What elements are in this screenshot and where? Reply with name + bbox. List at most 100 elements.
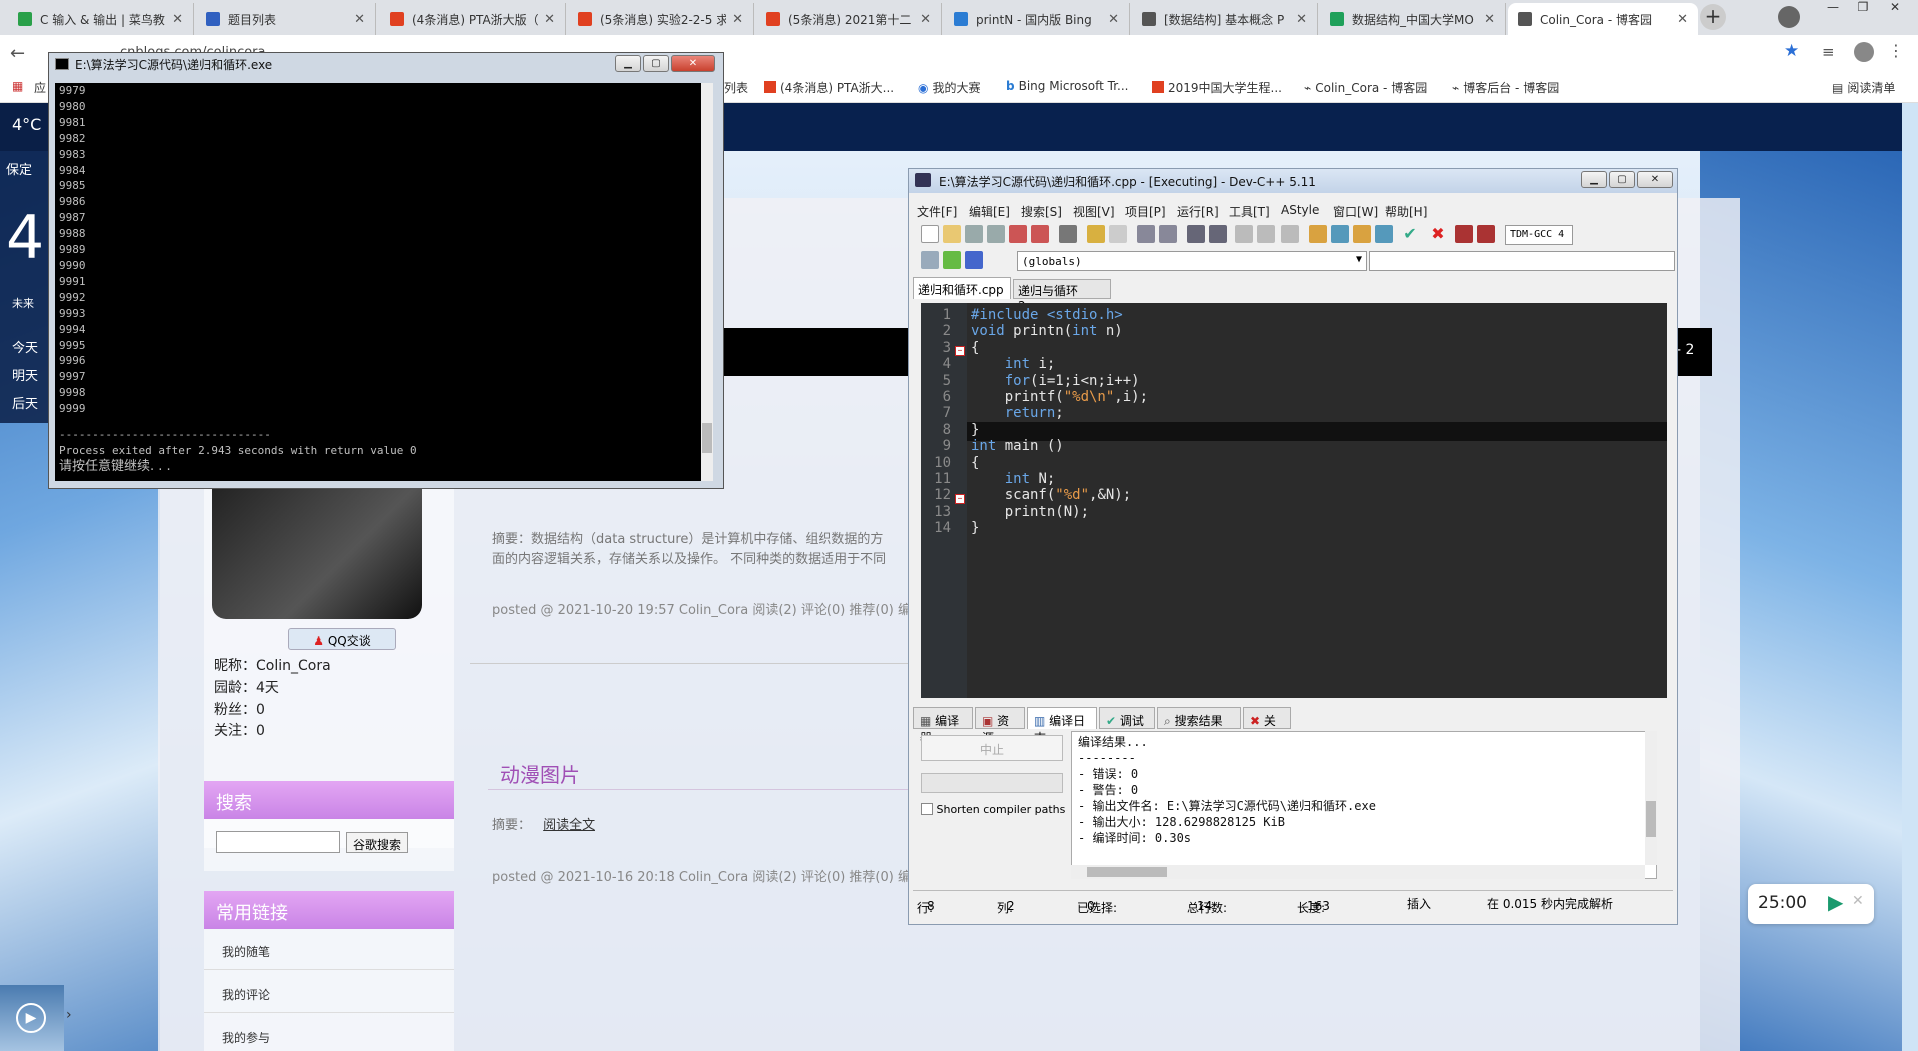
fold-marker-icon[interactable]: – — [955, 346, 965, 356]
bookmark-icon[interactable] — [1209, 225, 1227, 243]
qq-chat-button[interactable]: ♟ QQ交谈 — [288, 628, 396, 650]
minimize-icon[interactable]: — — [1818, 0, 1848, 20]
scrollbar-thumb[interactable] — [702, 423, 712, 453]
close-tab-icon[interactable]: ✕ — [1296, 12, 1307, 27]
log-hscrollbar[interactable] — [1071, 865, 1645, 879]
more-menu-icon[interactable]: ⋮ — [1888, 41, 1904, 60]
close-all-icon[interactable] — [1031, 225, 1049, 243]
tab-close[interactable]: ✖ 关闭 — [1243, 707, 1291, 745]
replace-icon[interactable] — [1159, 225, 1177, 243]
prev-icon[interactable] — [1235, 225, 1253, 243]
restore-icon[interactable]: ❐ — [1848, 0, 1878, 20]
play-icon[interactable]: ▶ — [1828, 890, 1843, 914]
browser-tab[interactable]: (5条消息) 2021第十二 ✕ — [756, 3, 942, 35]
link-my-posts[interactable]: 我的随笔 — [222, 943, 270, 960]
bookmark-item[interactable]: 应 — [34, 79, 46, 96]
compile-icon[interactable] — [1309, 225, 1327, 243]
bookmark-item[interactable]: 列表 — [724, 79, 748, 96]
menu-window[interactable]: 窗口[W] — [1333, 203, 1378, 220]
menu-astyle[interactable]: AStyle — [1281, 203, 1319, 217]
tab-compiler[interactable]: ▦ 编译器 — [913, 707, 973, 745]
video-thumbnail[interactable]: ▶ — [0, 985, 64, 1051]
read-more-link[interactable]: 阅读全文 — [543, 818, 595, 833]
undo-icon[interactable] — [1087, 225, 1105, 243]
insert-icon[interactable] — [921, 251, 939, 269]
menu-run[interactable]: 运行[R] — [1177, 203, 1219, 220]
back-icon[interactable]: ← — [10, 43, 25, 64]
abort-button[interactable]: 中止 — [921, 735, 1063, 761]
pager-label[interactable]: - 2 — [1676, 328, 1712, 376]
profile-menu-icon[interactable] — [1778, 6, 1800, 28]
close-tab-icon[interactable]: ✕ — [1484, 12, 1495, 27]
compiler-select[interactable]: TDM-GCC 4 — [1505, 225, 1573, 245]
goto-line-icon[interactable] — [1187, 225, 1205, 243]
menu-help[interactable]: 帮助[H] — [1385, 203, 1427, 220]
menu-view[interactable]: 视图[V] — [1073, 203, 1115, 220]
play-icon[interactable]: ▶ — [16, 1003, 46, 1033]
console-close-button[interactable]: ✕ — [671, 55, 715, 72]
close-tab-icon[interactable]: ✕ — [172, 12, 183, 27]
browser-tab[interactable]: 数据结构_中国大学MO ✕ — [1320, 3, 1506, 35]
close-file-icon[interactable] — [1009, 225, 1027, 243]
function-select[interactable] — [1369, 251, 1675, 271]
log-scrollbar[interactable] — [1645, 731, 1657, 865]
bookmark-item[interactable]: b Bing Microsoft Tr... — [1006, 79, 1128, 93]
bookmark-item[interactable]: ◉ 我的大赛 — [918, 79, 981, 96]
console-minimize-button[interactable]: ▁ — [615, 55, 641, 72]
post-title[interactable]: 动漫图片 — [500, 759, 580, 788]
browser-tab[interactable]: (4条消息) PTA浙大版（ ✕ — [380, 3, 566, 35]
run-icon[interactable] — [1331, 225, 1349, 243]
scrollbar-thumb[interactable] — [1646, 801, 1656, 837]
devcpp-minimize-button[interactable]: ▁ — [1581, 171, 1607, 188]
save-all-icon[interactable] — [987, 225, 1005, 243]
scope-select[interactable]: (globals) ▼ — [1017, 251, 1367, 271]
chevron-right-icon[interactable]: › — [66, 1007, 72, 1023]
console-maximize-button[interactable]: ▢ — [643, 55, 669, 72]
post-meta[interactable]: posted @ 2021-10-16 20:18 Colin_Cora 阅读(… — [492, 866, 924, 885]
new-file-icon[interactable] — [921, 225, 939, 243]
open-file-icon[interactable] — [943, 225, 961, 243]
close-icon[interactable]: ✕ — [1852, 893, 1864, 909]
rebuild-icon[interactable] — [1375, 225, 1393, 243]
redo-icon[interactable] — [1109, 225, 1127, 243]
link-my-comments[interactable]: 我的评论 — [222, 986, 270, 1003]
scrollbar-thumb[interactable] — [1087, 867, 1167, 877]
menu-search[interactable]: 搜索[S] — [1021, 203, 1062, 220]
chart-icon[interactable] — [1455, 225, 1473, 243]
code-editor[interactable]: 1 2 3 4 5 6 7 8 9 10 11 12 13 14 #include <stdio.h> vo… — [921, 303, 1667, 698]
reading-list-icon[interactable]: ≡ — [1822, 43, 1835, 61]
file-tab[interactable]: 递归与循环2.cpp — [1013, 279, 1111, 313]
next-icon[interactable] — [1257, 225, 1275, 243]
checkbox-icon[interactable] — [921, 803, 933, 815]
close-tab-icon[interactable]: ✕ — [1108, 12, 1119, 27]
close-tab-icon[interactable]: ✕ — [1677, 12, 1688, 27]
indent-icon[interactable] — [1281, 225, 1299, 243]
fold-marker-icon[interactable]: – — [955, 494, 965, 504]
stop-icon[interactable]: ✖ — [1429, 225, 1447, 243]
tab-debug[interactable]: ✔ 调试 — [1099, 707, 1155, 729]
link-my-participation[interactable]: 我的参与 — [222, 1029, 270, 1046]
check-syntax-icon[interactable]: ✔ — [1401, 225, 1419, 243]
avatar[interactable] — [1854, 42, 1874, 62]
tab-resources[interactable]: ▣ 资源 — [975, 707, 1025, 745]
google-search-button[interactable]: 谷歌搜索 — [346, 832, 408, 853]
menu-edit[interactable]: 编辑[E] — [969, 203, 1010, 220]
devcpp-close-button[interactable]: ✕ — [1637, 171, 1673, 188]
new-tab-button[interactable]: + — [1700, 4, 1726, 30]
shorten-paths-checkbox[interactable]: Shorten compiler paths — [921, 803, 1065, 816]
toggle-icon[interactable] — [943, 251, 961, 269]
menu-tools[interactable]: 工具[T] — [1229, 203, 1270, 220]
close-tab-icon[interactable]: ✕ — [354, 12, 365, 27]
bookmark-item[interactable]: ⌁ Colin_Cora - 博客园 — [1304, 79, 1427, 96]
browser-tab[interactable]: [数据结构] 基本概念 P ✕ — [1132, 3, 1318, 35]
close-tab-icon[interactable]: ✕ — [732, 12, 743, 27]
browser-tab[interactable]: (5条消息) 实验2-2-5 求 ✕ — [568, 3, 754, 35]
tab-compile-log[interactable]: ▥ 编译日志 — [1027, 707, 1097, 745]
browser-tab-active[interactable]: Colin_Cora - 博客园 ✕ — [1508, 3, 1698, 35]
close-window-icon[interactable]: ✕ — [1880, 0, 1910, 20]
find-icon[interactable] — [1137, 225, 1155, 243]
profile-icon[interactable] — [1477, 225, 1495, 243]
print-icon[interactable] — [1059, 225, 1077, 243]
file-tab-active[interactable]: 递归和循环.cpp — [913, 277, 1011, 299]
bookmark-item[interactable]: ⌁ 博客后台 - 博客园 — [1452, 79, 1559, 96]
